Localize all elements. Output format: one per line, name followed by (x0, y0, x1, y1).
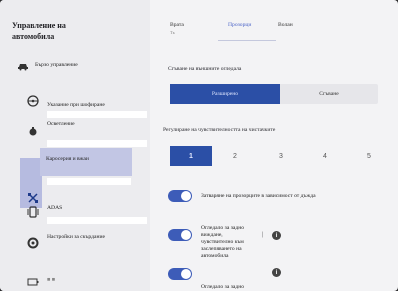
mirror-folding-label: Сгъване на външните огледала (168, 66, 242, 72)
vehicle-settings-screen: Управление на автомобила Бързо управлени… (0, 0, 398, 291)
mirror-option-folded[interactable]: Сгъване (280, 84, 378, 104)
toggle-knob (181, 191, 191, 201)
text-cursor-mark: | (262, 232, 264, 238)
wiper-level-1[interactable]: 1 (170, 146, 212, 166)
sidebar-item-driving-assist[interactable]: Указание при шофиране (0, 90, 150, 120)
info-icon[interactable]: i (272, 268, 281, 277)
sidebar-item-lighting[interactable]: Осветление (0, 118, 150, 148)
toggle-knob (181, 269, 191, 279)
wiper-level-4[interactable]: 4 (304, 146, 346, 166)
tab-underline (218, 40, 276, 41)
rain-close-windows-toggle[interactable] (168, 190, 192, 202)
sidebar-item-tire-settings[interactable]: Настройки за скърдание (0, 230, 150, 260)
sidebar-title: Управление на автомобила (12, 21, 66, 41)
tire-icon (27, 237, 39, 249)
sidebar: Управление на автомобила Бързо управлени… (0, 0, 150, 291)
tab-hint: Тк (170, 30, 175, 35)
wiper-level-5[interactable]: 5 (348, 146, 390, 166)
anti-glare-mirror-toggle[interactable] (168, 229, 192, 241)
sidebar-item-label: Осветление (47, 121, 75, 127)
rear-mirror-label: Огледало за задно (201, 284, 245, 290)
tab-windows[interactable]: Прозорци (228, 22, 251, 28)
mirror-folding-control: Разширено Сгъване (170, 84, 378, 104)
wiper-level-3[interactable]: 3 (260, 146, 302, 166)
sidebar-item-adas[interactable]: ADAS (0, 200, 150, 230)
steering-wheel-icon (27, 95, 39, 107)
sidebar-item-label: ADAS (47, 205, 63, 211)
sidebar-item-underline (47, 178, 131, 185)
anti-glare-mirror-label: Огледало за задно виждане, чувствително … (201, 225, 245, 259)
car-icon (17, 60, 29, 72)
sidebar-item-body-windows[interactable]: Каросерия и вжаи (40, 148, 132, 176)
wiper-level-2[interactable]: 2 (214, 146, 256, 166)
sidebar-item-label: Бързо управление (35, 62, 78, 68)
toggle-knob (181, 230, 191, 240)
light-bulb-icon (27, 126, 39, 138)
sidebar-item-battery[interactable]: ■ ■ (0, 272, 150, 291)
tab-doors[interactable]: Врата (170, 22, 184, 28)
wiper-sensitivity-selector: 1 2 3 4 5 (170, 146, 382, 166)
tab-steering[interactable]: Волан (278, 22, 293, 28)
battery-icon (27, 276, 39, 288)
info-icon[interactable]: i (272, 231, 281, 240)
sidebar-item-label: Настройки за скърдание (47, 234, 105, 240)
sidebar-item-underline (47, 217, 147, 224)
rear-mirror-toggle[interactable] (168, 268, 192, 280)
mirror-option-expanded[interactable]: Разширено (170, 84, 280, 104)
sidebar-item-underline (47, 140, 147, 147)
adas-icon (27, 206, 39, 218)
wiper-sensitivity-label: Регулиране на чувствителността на чистач… (163, 127, 276, 133)
sidebar-item-label: Каросерия и вжаи (46, 156, 89, 162)
sidebar-item-label: ■ ■ (47, 277, 56, 283)
rain-close-windows-label: Затваряне на прозорците в зависимост от … (201, 193, 316, 199)
sidebar-item-label: Указание при шофиране (47, 102, 105, 108)
sidebar-item-quick-control[interactable]: Бързо управление (0, 54, 150, 84)
sidebar-item-underline (47, 111, 147, 118)
